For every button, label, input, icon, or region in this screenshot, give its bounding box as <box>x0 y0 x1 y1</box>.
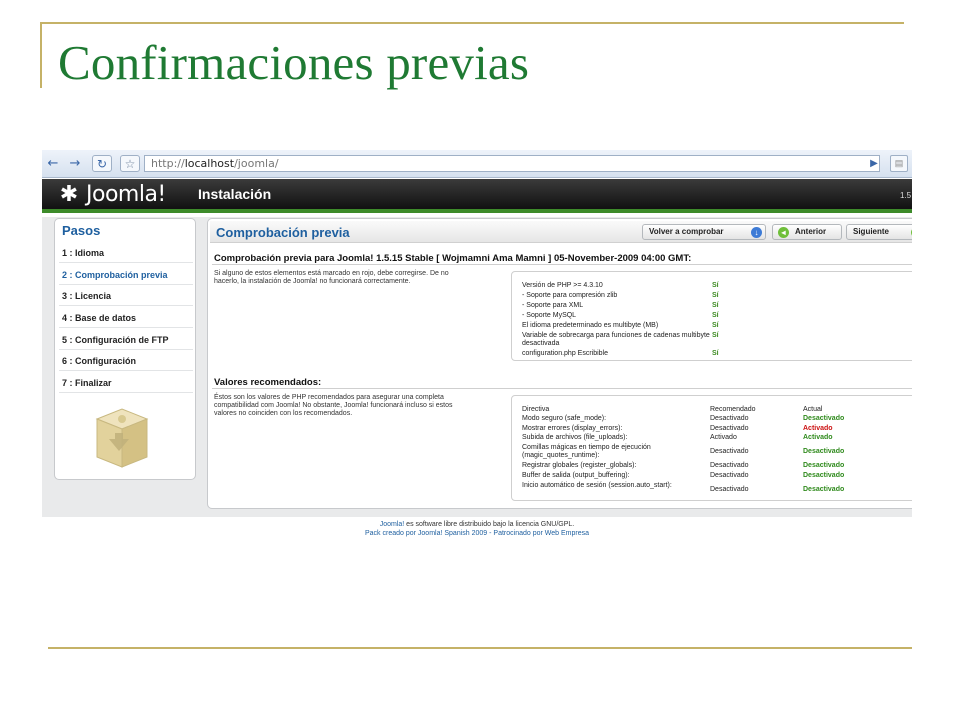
precheck-row-label: Variable de sobrecarga para funciones de… <box>522 332 710 347</box>
sidebar-item-finalizar[interactable]: 7 : Finalizar <box>59 373 193 393</box>
precheck-row-value: Sí <box>712 292 719 299</box>
next-circle-icon: ▸ <box>911 227 912 238</box>
back-circle-icon: ◂ <box>778 227 789 238</box>
refresh-down-icon: ↓ <box>751 227 762 238</box>
url-path: /joomla/ <box>234 157 279 170</box>
table-row-directive: Inicio automático de sesión (session.aut… <box>522 482 672 489</box>
joomla-header: ✱ Joomla! Instalación 1.5 <box>42 179 912 213</box>
table-row-actual: Desactivado <box>803 472 845 479</box>
recommended-table: Directiva Recomendado Actual Modo seguro… <box>511 395 912 501</box>
table-row-actual: Activado <box>803 425 833 432</box>
precheck-row-value: Sí <box>712 282 719 289</box>
main-panel: Comprobación previa Volver a comprobar ↓… <box>207 218 912 509</box>
precheck-table: Versión de PHP >= 4.3.10 Sí - Soporte pa… <box>511 271 912 361</box>
back-arrow-icon[interactable]: ← <box>44 155 62 172</box>
table-row-actual: Activado <box>803 434 833 441</box>
sidebar-item-ftp[interactable]: 5 : Configuración de FTP <box>59 330 193 350</box>
precheck-row-label: Versión de PHP >= 4.3.10 <box>522 282 603 289</box>
table-row-directive: Registrar globales (register_globals): <box>522 462 637 469</box>
header-title: Instalación <box>198 186 272 202</box>
slide-left-rule <box>40 22 42 88</box>
precheck-row-value: Sí <box>712 312 719 319</box>
footer-joomla-link[interactable]: Joomla! <box>380 521 405 528</box>
next-button[interactable]: Siguiente ▸ <box>846 224 912 240</box>
footer-license-text: es software libre distribuido bajo la li… <box>404 521 575 528</box>
reload-icon[interactable]: ↻ <box>92 155 112 172</box>
url-host: localhost <box>184 157 235 170</box>
table-row-actual: Desactivado <box>803 462 845 469</box>
recheck-button[interactable]: Volver a comprobar ↓ <box>642 224 766 240</box>
sidebar-item-configuracion[interactable]: 6 : Configuración <box>59 351 193 371</box>
precheck-row-label: - Soporte para XML <box>522 302 584 309</box>
previous-button[interactable]: ◂ Anterior <box>772 224 842 240</box>
url-prefix: http:// <box>151 157 185 170</box>
footer-license-line: Joomla! es software libre distribuido ba… <box>42 520 912 529</box>
table-row-recommended: Desactivado <box>710 486 749 493</box>
install-box-icon <box>95 408 149 468</box>
joomla-logo-text: Joomla! <box>86 182 166 207</box>
table-row-recommended: Activado <box>710 434 737 441</box>
installer-screenshot: ← → ↻ ☆ http://localhost/joomla/ ▶ ▤ ✱ J… <box>42 150 912 520</box>
sidebar-title: Pasos <box>62 223 101 238</box>
precheck-description: Si alguno de estos elementos está marcad… <box>214 270 449 285</box>
slide-title: Confirmaciones previas <box>58 35 530 90</box>
recommended-heading: Valores recomendados: <box>214 377 322 388</box>
bookmark-star-icon[interactable]: ☆ <box>120 155 140 172</box>
main-panel-header: Comprobación previa Volver a comprobar ↓… <box>210 221 912 243</box>
table-row-actual: Desactivado <box>803 486 845 493</box>
table-row-actual: Desactivado <box>803 415 845 422</box>
precheck-row-label: configuration.php Escribible <box>522 350 608 357</box>
precheck-heading: Comprobación previa para Joomla! 1.5.15 … <box>214 253 692 264</box>
precheck-row-value: Sí <box>712 322 719 329</box>
table-row-recommended: Desactivado <box>710 425 749 432</box>
main-title: Comprobación previa <box>216 225 350 240</box>
sidebar-item-comprobacion[interactable]: 2 : Comprobación previa <box>59 265 193 285</box>
table-row-recommended: Desactivado <box>710 462 749 469</box>
precheck-row-value: Sí <box>712 302 719 309</box>
table-row-directive: Comillas mágicas en tiempo de ejecución … <box>522 444 651 459</box>
next-button-label: Siguiente <box>853 227 890 236</box>
go-arrow-icon[interactable]: ▶ <box>864 155 884 172</box>
installer-footer: Joomla! es software libre distribuido ba… <box>42 520 912 538</box>
slide-top-rule <box>42 22 904 24</box>
address-bar[interactable]: http://localhost/joomla/ <box>144 155 880 172</box>
browser-toolbar: ← → ↻ ☆ http://localhost/joomla/ ▶ ▤ <box>42 150 912 178</box>
column-header-directive: Directiva <box>522 406 550 413</box>
precheck-row-label: - Soporte para compresión zlib <box>522 292 618 299</box>
sidebar-item-licencia[interactable]: 3 : Licencia <box>59 286 193 306</box>
precheck-divider <box>212 264 912 265</box>
precheck-row-value: Sí <box>712 332 719 339</box>
table-row-recommended: Desactivado <box>710 472 749 479</box>
previous-button-label: Anterior <box>795 227 827 236</box>
column-header-actual: Actual <box>803 406 823 413</box>
column-header-recommended: Recomendado <box>710 406 756 413</box>
recommended-description: Éstos son los valores de PHP recomendado… <box>214 394 453 417</box>
table-row-directive: Subida de archivos (file_uploads): <box>522 434 628 441</box>
table-row-directive: Buffer de salida (output_buffering): <box>522 472 630 479</box>
precheck-row-value: Sí <box>712 350 719 357</box>
slide-bottom-rule <box>48 647 912 649</box>
precheck-row-label: El idioma predeterminado es multibyte (M… <box>522 322 659 329</box>
header-version: 1.5 <box>900 191 912 200</box>
table-row-recommended: Desactivado <box>710 415 749 422</box>
sidebar-item-base-datos[interactable]: 4 : Base de datos <box>59 308 193 328</box>
table-row-directive: Mostrar errores (display_errors): <box>522 425 623 432</box>
sidebar-item-idioma[interactable]: 1 : Idioma <box>59 243 193 263</box>
page-menu-icon[interactable]: ▤ <box>890 155 908 172</box>
precheck-row-label: - Soporte MySQL <box>522 312 577 319</box>
table-row-recommended: Desactivado <box>710 448 749 455</box>
table-row-actual: Desactivado <box>803 448 845 455</box>
joomla-logo-icon: ✱ <box>59 182 79 207</box>
recheck-button-label: Volver a comprobar <box>649 227 724 236</box>
steps-sidebar: Pasos 1 : Idioma 2 : Comprobación previa… <box>54 218 196 480</box>
footer-credits[interactable]: Pack creado por Joomla! Spanish 2009 - P… <box>42 529 912 538</box>
forward-arrow-icon[interactable]: → <box>66 155 84 172</box>
recommended-divider <box>212 388 912 389</box>
table-row-directive: Modo seguro (safe_mode): <box>522 415 607 422</box>
